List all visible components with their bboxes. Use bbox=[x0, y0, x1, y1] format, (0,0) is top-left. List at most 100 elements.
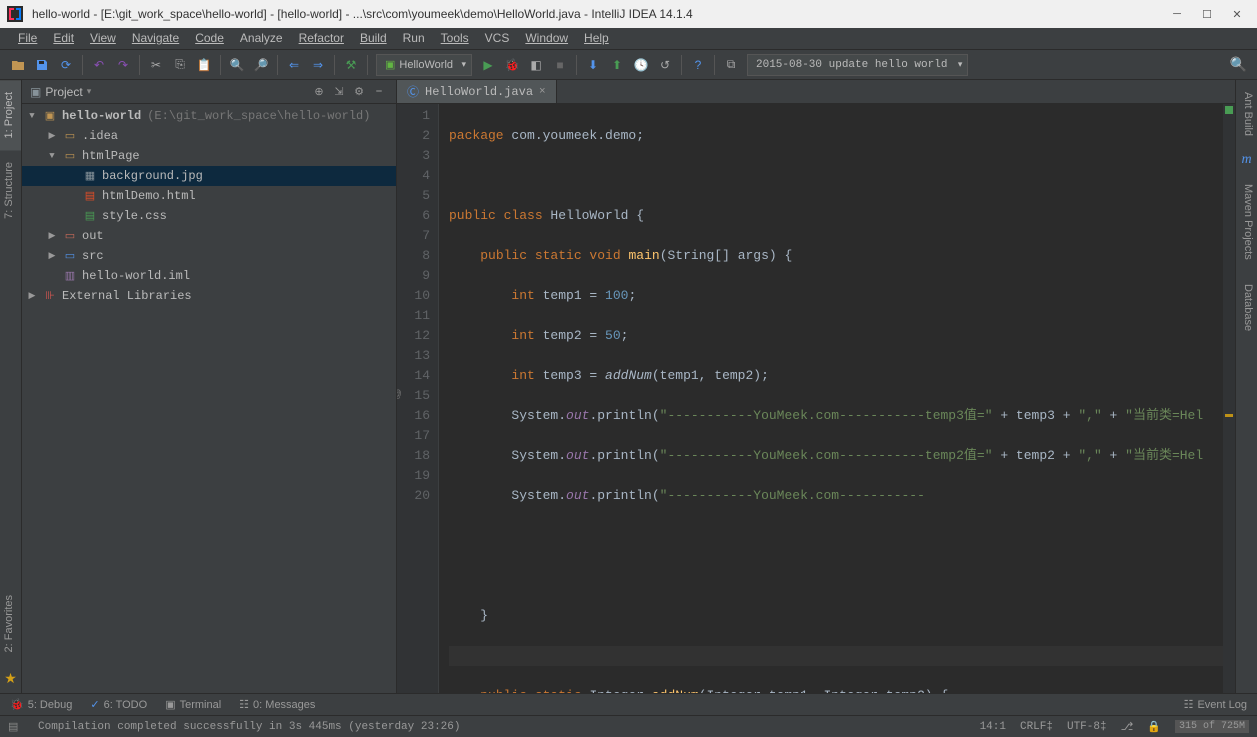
tool-messages[interactable]: ☷0: Messages bbox=[239, 698, 315, 711]
open-icon[interactable] bbox=[7, 54, 29, 76]
maximize-button[interactable]: ☐ bbox=[1193, 4, 1221, 24]
editor-tab-helloworld[interactable]: Ⓒ HelloWorld.java × bbox=[397, 80, 557, 103]
help-icon[interactable]: ? bbox=[687, 54, 709, 76]
tab-structure[interactable]: 7: Structure bbox=[0, 150, 21, 231]
status-message-icon[interactable]: ▤ bbox=[8, 720, 24, 734]
menu-refactor[interactable]: Refactor bbox=[291, 28, 352, 49]
project-tool-window: ▣ Project ▾ ⊕ ⇲ ⚙ ⎯ ▼▣ hello-world (E:\g… bbox=[22, 80, 397, 693]
tree-folder-out[interactable]: ▶▭ out bbox=[22, 226, 396, 246]
search-everywhere-icon[interactable]: 🔍 bbox=[1230, 56, 1247, 73]
run-config-dropdown[interactable]: ▣HelloWorld bbox=[376, 54, 472, 76]
menu-run[interactable]: Run bbox=[395, 28, 433, 49]
build-icon[interactable]: ⚒ bbox=[340, 54, 362, 76]
status-memory[interactable]: 315 of 725M bbox=[1175, 720, 1249, 733]
copy-icon[interactable]: ⎘ bbox=[169, 54, 191, 76]
menu-view[interactable]: View bbox=[82, 28, 124, 49]
redo-icon[interactable]: ↷ bbox=[112, 54, 134, 76]
stop-icon[interactable]: ■ bbox=[549, 54, 571, 76]
cut-icon[interactable]: ✂ bbox=[145, 54, 167, 76]
vcs-commit-dropdown[interactable]: 2015-08-30 update hello world bbox=[747, 54, 968, 76]
code-text[interactable]: package com.youmeek.demo; public class H… bbox=[439, 104, 1223, 693]
find-icon[interactable]: 🔍 bbox=[226, 54, 248, 76]
app-logo-icon bbox=[6, 5, 24, 23]
tree-file-stylecss[interactable]: ▤ style.css bbox=[22, 206, 396, 226]
tool-terminal[interactable]: ▣Terminal bbox=[165, 698, 221, 711]
menu-vcs[interactable]: VCS bbox=[477, 28, 518, 49]
maven-icon: m bbox=[1236, 148, 1257, 172]
status-encoding[interactable]: UTF-8‡ bbox=[1067, 721, 1107, 733]
collapse-all-icon[interactable]: ⇲ bbox=[330, 83, 348, 101]
project-tree[interactable]: ▼▣ hello-world (E:\git_work_space\hello-… bbox=[22, 104, 396, 693]
tool-todo[interactable]: ✓6: TODO bbox=[90, 698, 147, 711]
tab-ant-build[interactable]: Ant Build bbox=[1236, 80, 1257, 148]
tab-database[interactable]: Database bbox=[1236, 272, 1257, 343]
project-view-icon: ▣ bbox=[30, 85, 41, 99]
vcs-update-icon[interactable]: ⬇ bbox=[582, 54, 604, 76]
bottom-tool-bar: 🐞5: Debug ✓6: TODO ▣Terminal ☷0: Message… bbox=[0, 693, 1257, 715]
settings-icon[interactable]: ⚙ bbox=[350, 83, 368, 101]
menu-window[interactable]: Window bbox=[517, 28, 576, 49]
menu-analyze[interactable]: Analyze bbox=[232, 28, 291, 49]
html-file-icon: ▤ bbox=[82, 188, 98, 204]
minimize-button[interactable]: ─ bbox=[1163, 4, 1191, 24]
status-cursor-position[interactable]: 14:1 bbox=[980, 721, 1006, 733]
tree-folder-src[interactable]: ▶▭ src bbox=[22, 246, 396, 266]
folder-icon: ▭ bbox=[62, 128, 78, 144]
readonly-lock-icon[interactable]: 🔒 bbox=[1147, 720, 1161, 734]
menu-help[interactable]: Help bbox=[576, 28, 617, 49]
vcs-revert-icon[interactable]: ↺ bbox=[654, 54, 676, 76]
vcs-commit-icon[interactable]: ⬆ bbox=[606, 54, 628, 76]
tool-debug[interactable]: 🐞5: Debug bbox=[10, 698, 72, 711]
project-panel-title[interactable]: Project bbox=[45, 85, 82, 99]
tool-event-log[interactable]: ☷Event Log bbox=[1184, 698, 1247, 711]
structure-icon[interactable]: ⧉ bbox=[720, 54, 742, 76]
tree-folder-htmlpage[interactable]: ▼▭ htmlPage bbox=[22, 146, 396, 166]
separator bbox=[714, 55, 715, 75]
hide-icon[interactable]: ⎯ bbox=[370, 83, 388, 101]
editor-tab-bar: Ⓒ HelloWorld.java × bbox=[397, 80, 1235, 104]
tab-favorites[interactable]: 2: Favorites bbox=[0, 583, 21, 664]
tree-root[interactable]: ▼▣ hello-world (E:\git_work_space\hello-… bbox=[22, 106, 396, 126]
separator bbox=[367, 55, 368, 75]
debug-icon[interactable]: 🐞 bbox=[501, 54, 523, 76]
sync-icon[interactable]: ⟳ bbox=[55, 54, 77, 76]
warning-marker-icon[interactable] bbox=[1225, 414, 1233, 417]
tree-folder-idea[interactable]: ▶▭ .idea bbox=[22, 126, 396, 146]
menu-navigate[interactable]: Navigate bbox=[124, 28, 187, 49]
menu-file[interactable]: File bbox=[10, 28, 45, 49]
paste-icon[interactable]: 📋 bbox=[193, 54, 215, 76]
vcs-history-icon[interactable]: 🕓 bbox=[630, 54, 652, 76]
coverage-icon[interactable]: ◧ bbox=[525, 54, 547, 76]
project-panel-header: ▣ Project ▾ ⊕ ⇲ ⚙ ⎯ bbox=[22, 80, 396, 104]
status-git-branch[interactable]: ⎇ bbox=[1121, 720, 1134, 734]
tree-file-iml[interactable]: ▥ hello-world.iml bbox=[22, 266, 396, 286]
status-line-separator[interactable]: CRLF‡ bbox=[1020, 721, 1053, 733]
error-stripe[interactable] bbox=[1223, 104, 1235, 693]
close-tab-icon[interactable]: × bbox=[539, 86, 546, 98]
separator bbox=[139, 55, 140, 75]
menu-edit[interactable]: Edit bbox=[45, 28, 82, 49]
tree-file-htmldemo[interactable]: ▤ htmlDemo.html bbox=[22, 186, 396, 206]
tree-external-libs[interactable]: ▶⊪ External Libraries bbox=[22, 286, 396, 306]
save-icon[interactable] bbox=[31, 54, 53, 76]
separator bbox=[220, 55, 221, 75]
run-icon[interactable]: ▶ bbox=[477, 54, 499, 76]
code-editor[interactable]: 1 2 3 4 5 6 7 8 9 10 11 12 13 14 @15 16 … bbox=[397, 104, 1235, 693]
back-icon[interactable]: ⇐ bbox=[283, 54, 305, 76]
menu-code[interactable]: Code bbox=[187, 28, 232, 49]
scroll-from-source-icon[interactable]: ⊕ bbox=[310, 83, 328, 101]
tab-project[interactable]: 1: Project bbox=[0, 80, 21, 150]
replace-icon[interactable]: 🔎 bbox=[250, 54, 272, 76]
editor-area: Ⓒ HelloWorld.java × 1 2 3 4 5 6 7 8 9 10… bbox=[397, 80, 1235, 693]
tab-maven-projects[interactable]: Maven Projects bbox=[1236, 172, 1257, 272]
menu-tools[interactable]: Tools bbox=[433, 28, 477, 49]
line-number-gutter[interactable]: 1 2 3 4 5 6 7 8 9 10 11 12 13 14 @15 16 … bbox=[397, 104, 439, 693]
menu-build[interactable]: Build bbox=[352, 28, 395, 49]
separator bbox=[277, 55, 278, 75]
undo-icon[interactable]: ↶ bbox=[88, 54, 110, 76]
close-button[interactable]: ✕ bbox=[1223, 4, 1251, 24]
forward-icon[interactable]: ⇒ bbox=[307, 54, 329, 76]
main-content: 1: Project 7: Structure 2: Favorites ★ ▣… bbox=[0, 80, 1257, 693]
tree-file-background-jpg[interactable]: ▦ background.jpg bbox=[22, 166, 396, 186]
java-class-icon: Ⓒ bbox=[407, 83, 419, 100]
